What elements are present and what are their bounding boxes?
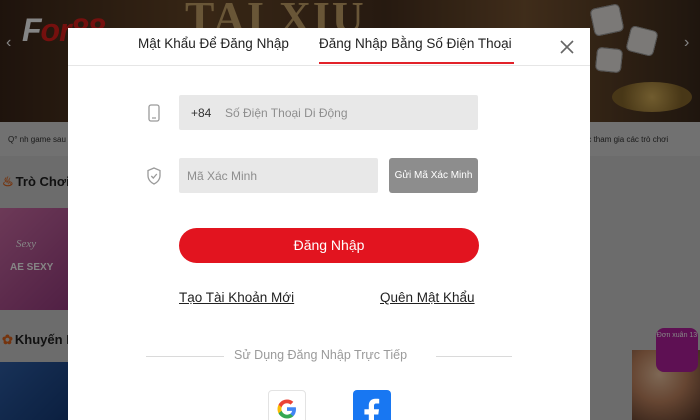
register-link[interactable]: Tạo Tài Khoản Mới [179, 290, 294, 305]
direct-login-label: Sử Dụng Đăng Nhập Trực Tiếp [234, 348, 408, 362]
country-code[interactable]: +84 [191, 106, 211, 120]
login-tabs: Mật Khẩu Để Đăng Nhập Đăng Nhập Bằng Số … [68, 28, 590, 66]
active-tab-indicator [319, 62, 514, 64]
phone-icon [146, 104, 162, 122]
divider-line [436, 356, 512, 357]
login-modal: Mật Khẩu Để Đăng Nhập Đăng Nhập Bằng Số … [68, 28, 590, 420]
verification-code-input[interactable] [179, 158, 378, 193]
close-icon[interactable] [558, 38, 576, 56]
send-code-button[interactable]: Gửi Mã Xác Minh [389, 158, 478, 193]
tab-password-login[interactable]: Mật Khẩu Để Đăng Nhập [138, 36, 289, 51]
forgot-password-link[interactable]: Quên Mật Khẩu [380, 290, 475, 305]
tab-phone-login[interactable]: Đăng Nhập Bằng Số Điện Thoại [319, 36, 512, 51]
divider-line [146, 356, 224, 357]
phone-field: +84 [179, 95, 478, 130]
facebook-icon[interactable] [353, 390, 391, 420]
google-icon[interactable] [268, 390, 306, 420]
shield-check-icon [146, 167, 162, 185]
phone-input[interactable] [219, 95, 469, 130]
login-button[interactable]: Đăng Nhập [179, 228, 479, 263]
